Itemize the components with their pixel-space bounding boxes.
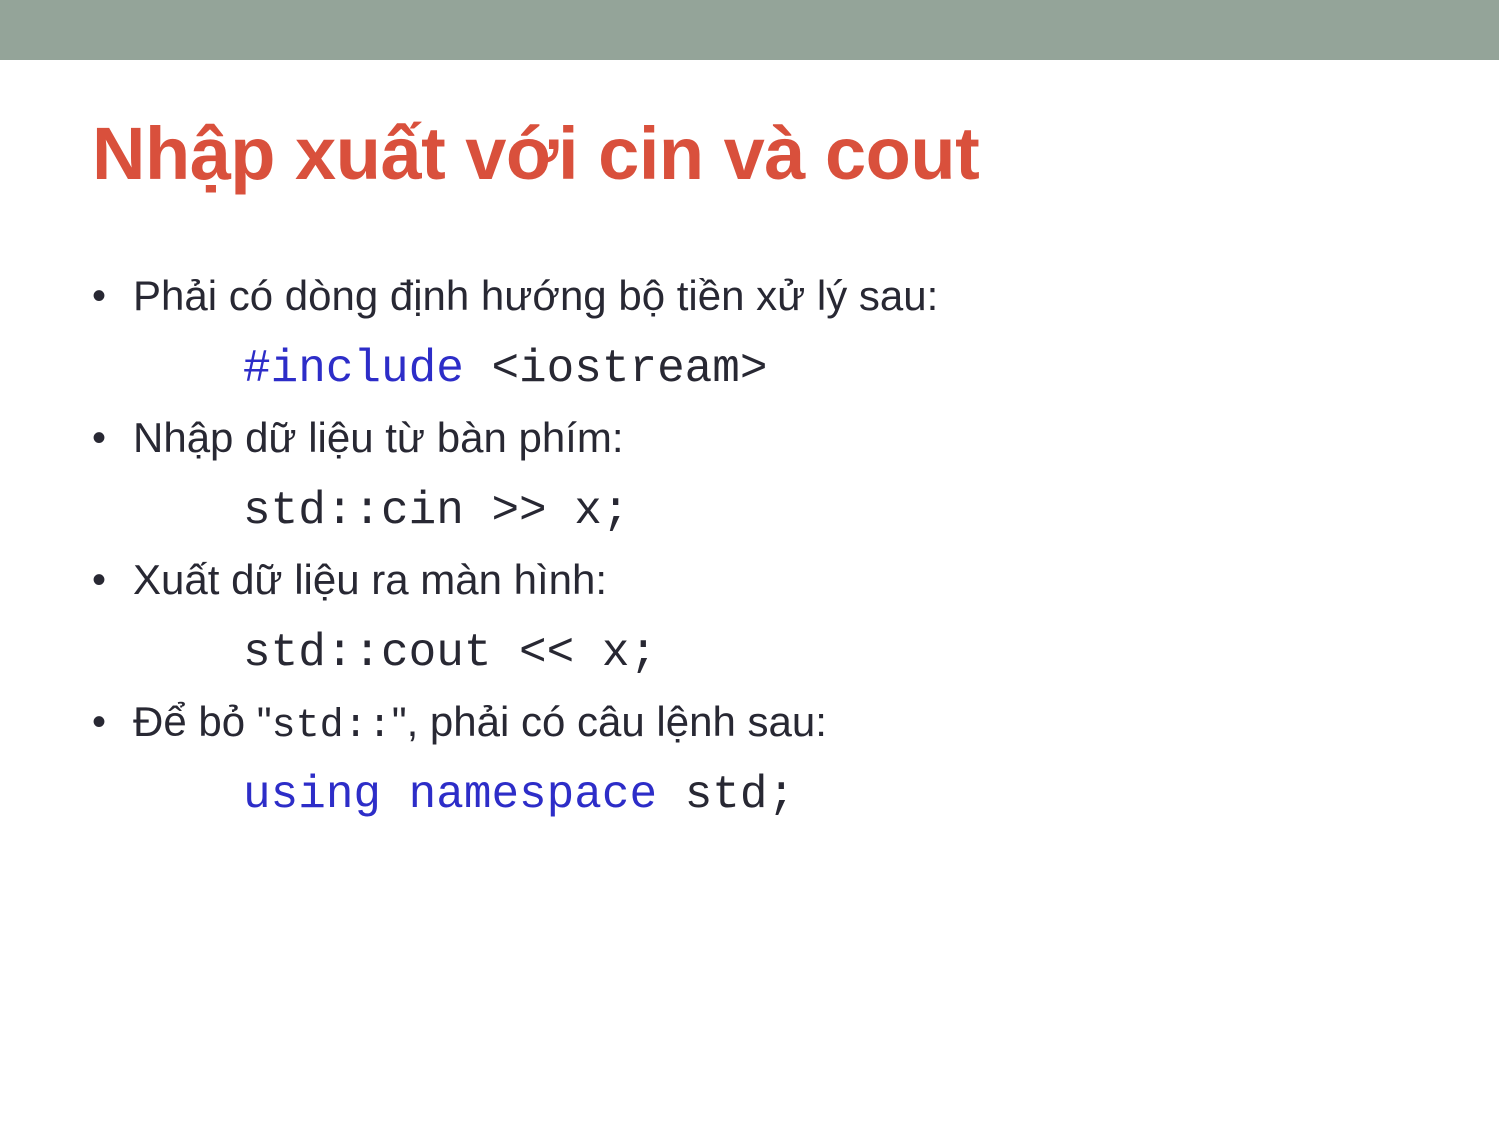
bullet-label: Để bỏ "std::", phải có câu lệnh sau: (133, 694, 1499, 755)
code-text: <iostream> (491, 343, 768, 395)
top-decorative-band (0, 0, 1499, 60)
bullet-text-mono: std:: (271, 704, 392, 749)
bullet-label: Xuất dữ liệu ra màn hình: (133, 556, 608, 603)
bullet-item: • Nhập dữ liệu từ bàn phím: (0, 410, 1499, 472)
code-line: #include <iostream> (243, 336, 1499, 402)
code-line: using namespace std; (243, 762, 1499, 828)
code-keyword: using namespace (243, 769, 658, 821)
code-gap (657, 769, 685, 821)
code-line: std::cin >> x; (243, 478, 1499, 544)
code-text: std::cin >> x; (243, 485, 630, 537)
code-text: std; (684, 769, 796, 821)
slide-body: • Phải có dòng định hướng bộ tiền xử lý … (0, 268, 1499, 836)
bullet-item: • Phải có dòng định hướng bộ tiền xử lý … (0, 268, 1499, 330)
bullet-dot-icon: • (92, 416, 107, 460)
bullet-text-prefix: Để bỏ " (133, 698, 272, 745)
code-block: using namespace std; (0, 762, 1499, 828)
code-block: std::cout << x; (0, 620, 1499, 686)
code-line: std::cout << x; (243, 620, 1499, 686)
bullet-text-suffix: ", phải có câu lệnh sau: (391, 698, 827, 745)
code-keyword: #include (243, 343, 464, 395)
code-block: std::cin >> x; (0, 478, 1499, 544)
bullet-item: • Để bỏ "std::", phải có câu lệnh sau: (0, 694, 1499, 756)
bullet-dot-icon: • (92, 274, 107, 318)
code-gap (464, 343, 492, 395)
bullet-label: Phải có dòng định hướng bộ tiền xử lý sa… (133, 272, 939, 319)
slide-title: Nhập xuất với cin và cout (92, 112, 980, 195)
code-text: std::cout << x; (243, 627, 658, 679)
bullet-item: • Xuất dữ liệu ra màn hình: (0, 552, 1499, 614)
bullet-dot-icon: • (92, 700, 107, 744)
bullet-dot-icon: • (92, 558, 107, 602)
bullet-label: Nhập dữ liệu từ bàn phím: (133, 414, 624, 461)
slide: Nhập xuất với cin và cout • Phải có dòng… (0, 0, 1499, 1124)
code-block: #include <iostream> (0, 336, 1499, 402)
